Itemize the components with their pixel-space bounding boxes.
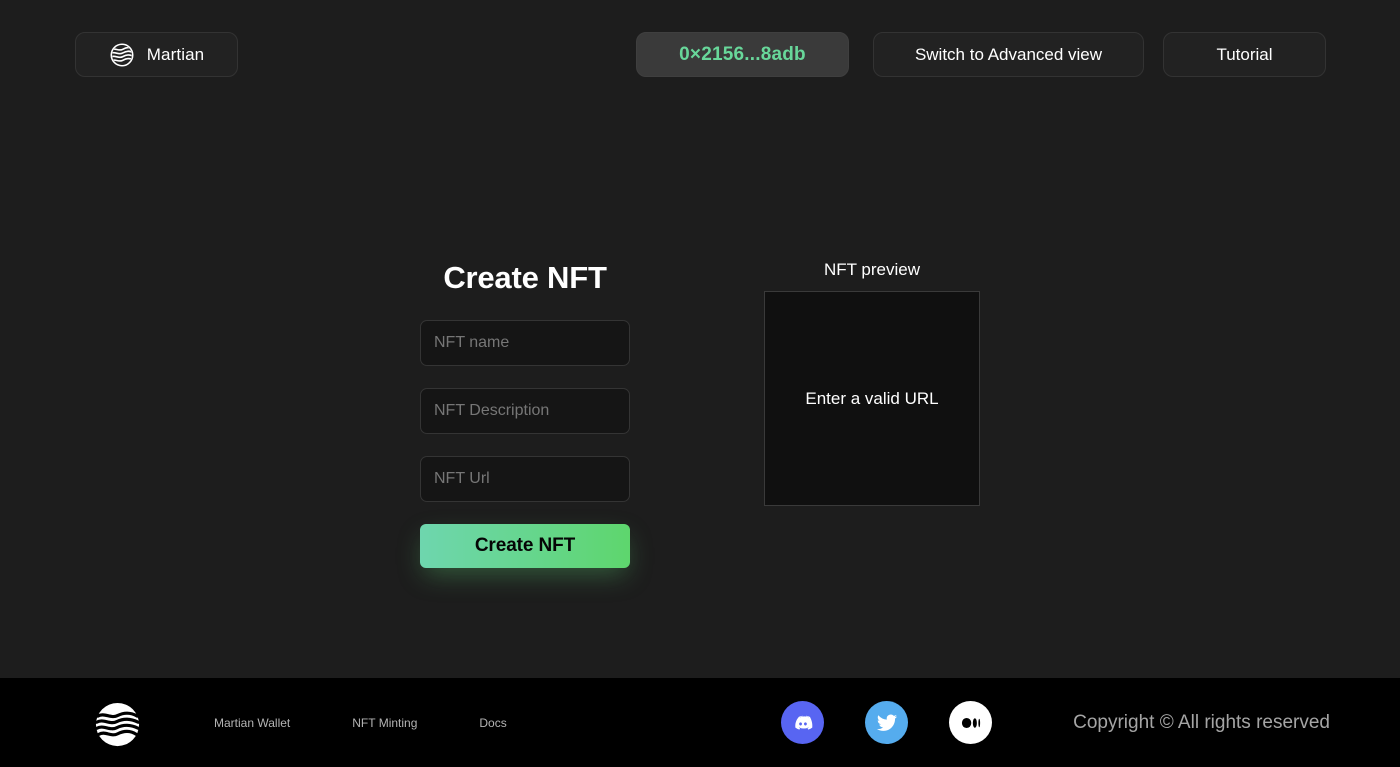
medium-icon[interactable] — [949, 701, 992, 744]
page-title: Create NFT — [420, 260, 630, 296]
globe-icon — [95, 702, 140, 747]
tutorial-button[interactable]: Tutorial — [1163, 32, 1326, 77]
discord-icon[interactable] — [781, 701, 824, 744]
app-header: Martian 0×2156...8adb Switch to Advanced… — [0, 0, 1400, 110]
footer-nav: Martian Wallet NFT Minting Docs — [214, 678, 507, 767]
app-footer: Martian Wallet NFT Minting Docs Copyrigh… — [0, 678, 1400, 767]
nft-preview-box: Enter a valid URL — [764, 291, 980, 506]
nft-url-input[interactable] — [420, 456, 630, 502]
globe-icon — [109, 42, 135, 68]
create-nft-button[interactable]: Create NFT — [420, 524, 630, 568]
footer-link-docs[interactable]: Docs — [479, 716, 506, 730]
wallet-address-label: 0×2156...8adb — [679, 44, 806, 66]
copyright-text: Copyright © All rights reserved — [1073, 678, 1330, 767]
switch-advanced-view-button[interactable]: Switch to Advanced view — [873, 32, 1144, 77]
brand-label: Martian — [147, 45, 204, 65]
nft-preview-label: NFT preview — [764, 260, 980, 280]
social-links — [781, 678, 992, 767]
footer-link-martian-wallet[interactable]: Martian Wallet — [214, 716, 290, 730]
footer-link-nft-minting[interactable]: NFT Minting — [352, 716, 417, 730]
nft-description-input[interactable] — [420, 388, 630, 434]
wallet-address-button[interactable]: 0×2156...8adb — [636, 32, 849, 77]
create-nft-form: Create NFT Create NFT — [420, 260, 630, 568]
nft-name-input[interactable] — [420, 320, 630, 366]
nft-preview-message: Enter a valid URL — [805, 389, 938, 409]
nft-preview-panel: NFT preview Enter a valid URL — [764, 260, 980, 506]
twitter-icon[interactable] — [865, 701, 908, 744]
main-content: Create NFT Create NFT NFT preview Enter … — [0, 110, 1400, 678]
brand-button[interactable]: Martian — [75, 32, 238, 77]
